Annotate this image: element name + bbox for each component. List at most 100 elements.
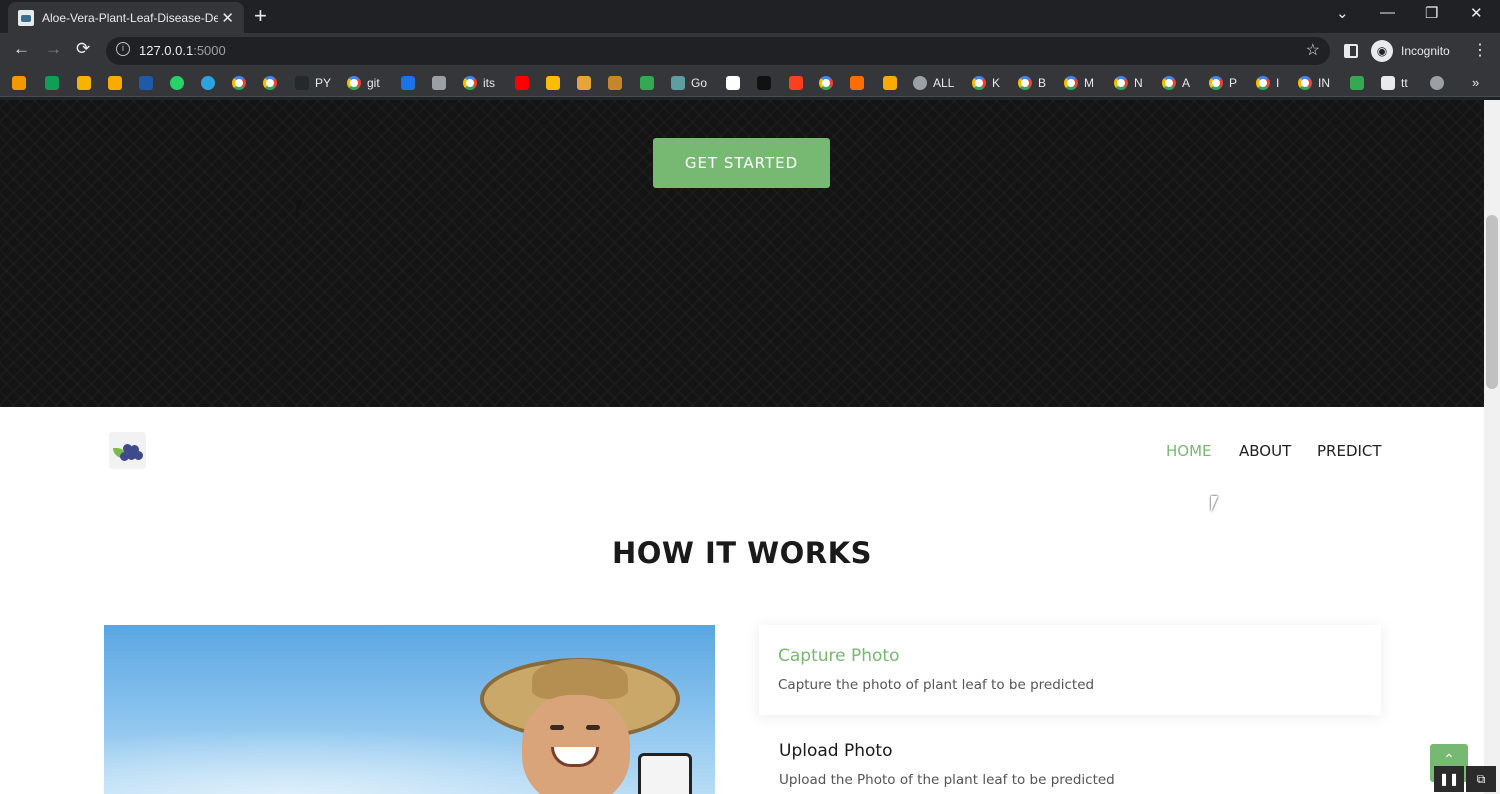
bookmark-item[interactable]: Go xyxy=(671,75,707,91)
bookmark-item[interactable] xyxy=(232,75,246,91)
site-info-icon[interactable]: i xyxy=(116,42,130,56)
bookmark-label: IN xyxy=(1318,76,1330,90)
bookmark-item[interactable] xyxy=(108,75,122,91)
google-icon xyxy=(1162,76,1176,90)
google-icon xyxy=(263,76,277,90)
generic-icon xyxy=(757,76,771,90)
bookmark-item[interactable] xyxy=(1430,75,1444,91)
hero-section: GET STARTED xyxy=(0,100,1484,407)
generic-icon xyxy=(401,76,415,90)
bookmark-item[interactable] xyxy=(819,75,833,91)
bookmark-item[interactable] xyxy=(263,75,277,91)
bookmark-item[interactable] xyxy=(201,75,215,91)
close-window-button[interactable]: ✕ xyxy=(1470,4,1483,22)
bookmark-label: PY xyxy=(315,76,332,90)
bookmark-item[interactable] xyxy=(608,75,622,91)
whatsapp-icon xyxy=(170,76,184,90)
page-scrollbar[interactable] xyxy=(1484,100,1500,794)
bookmark-item[interactable]: N xyxy=(1114,75,1143,91)
bookmark-item[interactable]: its xyxy=(463,75,495,91)
bookmark-item[interactable] xyxy=(515,75,529,91)
telegram-icon xyxy=(201,76,215,90)
nav-home[interactable]: HOME xyxy=(1166,442,1212,460)
generic-icon xyxy=(12,76,26,90)
sheets-icon xyxy=(45,76,59,90)
profile-button[interactable]: ◉ Incognito xyxy=(1371,39,1450,63)
bookmark-item[interactable]: git xyxy=(347,75,380,91)
bookmark-item[interactable] xyxy=(577,75,591,91)
bookmark-item[interactable]: I xyxy=(1256,75,1279,91)
bookmark-item[interactable] xyxy=(1350,75,1364,91)
scrollbar-thumb[interactable] xyxy=(1486,215,1498,389)
google-icon xyxy=(1064,76,1078,90)
bookmarks-overflow-button[interactable]: » xyxy=(1472,75,1479,90)
bookmark-item[interactable]: A xyxy=(1162,75,1190,91)
bookmark-item[interactable]: PY xyxy=(295,75,331,91)
step-title: Upload Photo xyxy=(779,741,893,761)
tab-strip: Aloe-Vera-Plant-Leaf-Disease-De ✕ + ⌄ — … xyxy=(0,0,1500,33)
bookmark-item[interactable] xyxy=(883,75,897,91)
bookmark-label: git xyxy=(367,76,380,90)
reload-button[interactable]: ⟳ xyxy=(76,39,90,59)
tab-title: Aloe-Vera-Plant-Leaf-Disease-De xyxy=(42,10,218,25)
picture-in-picture-button[interactable]: ⧉ xyxy=(1466,766,1496,792)
site-logo[interactable] xyxy=(109,432,146,469)
browser-menu-icon[interactable]: ⋮ xyxy=(1472,40,1488,60)
nav-about[interactable]: ABOUT xyxy=(1239,442,1291,460)
bookmark-item[interactable] xyxy=(726,75,740,91)
bookmark-item[interactable]: P xyxy=(1209,75,1237,91)
minimize-button[interactable]: — xyxy=(1380,4,1395,21)
generic-icon xyxy=(577,76,591,90)
bookmark-item[interactable] xyxy=(640,75,654,91)
bookmark-star-icon[interactable]: ☆ xyxy=(1306,40,1320,60)
incognito-icon: ◉ xyxy=(1371,40,1393,62)
mouse-cursor xyxy=(1211,496,1225,512)
restore-button[interactable]: ❐ xyxy=(1425,4,1438,22)
bookmark-item[interactable] xyxy=(546,75,560,91)
generic-icon xyxy=(77,76,91,90)
ieee-icon xyxy=(139,76,153,90)
bookmark-item[interactable] xyxy=(12,75,26,91)
nav-predict[interactable]: PREDICT xyxy=(1317,442,1382,460)
step-card-capture: Capture Photo Capture the photo of plant… xyxy=(759,625,1381,715)
youtube-icon xyxy=(515,76,529,90)
tab-close-icon[interactable]: ✕ xyxy=(221,9,234,27)
monitor-icon xyxy=(1381,76,1395,90)
side-panel-icon[interactable] xyxy=(1344,44,1358,58)
google-icon xyxy=(1256,76,1270,90)
bookmark-item[interactable] xyxy=(757,75,771,91)
bookmark-item[interactable] xyxy=(789,75,803,91)
forward-button[interactable]: → xyxy=(45,39,62,59)
bookmark-item[interactable]: B xyxy=(1018,75,1046,91)
bookmark-label: K xyxy=(992,76,1001,90)
bookmark-item[interactable]: IN xyxy=(1298,75,1330,91)
bookmark-label: tt xyxy=(1401,76,1408,90)
analytics-icon xyxy=(108,76,122,90)
bookmark-item[interactable] xyxy=(45,75,59,91)
bookmark-item[interactable] xyxy=(170,75,184,91)
bookmark-item[interactable]: tt xyxy=(1381,75,1408,91)
tab-search-icon[interactable]: ⌄ xyxy=(1336,4,1349,22)
mouse-cursor xyxy=(296,200,310,216)
google-icon xyxy=(1114,76,1128,90)
generic-icon xyxy=(640,76,654,90)
new-tab-button[interactable]: + xyxy=(254,4,267,28)
bookmark-item[interactable] xyxy=(432,75,446,91)
bookmark-item[interactable] xyxy=(77,75,91,91)
generic-icon xyxy=(883,76,897,90)
bookmark-item[interactable]: K xyxy=(972,75,1000,91)
back-button[interactable]: ← xyxy=(13,39,30,59)
bookmark-label: ALL xyxy=(933,76,955,90)
bookmark-item[interactable]: M xyxy=(1064,75,1094,91)
google-icon xyxy=(1018,76,1032,90)
bookmark-item[interactable] xyxy=(139,75,153,91)
bookmark-item[interactable] xyxy=(401,75,415,91)
bookmark-item[interactable] xyxy=(850,75,864,91)
get-started-button[interactable]: GET STARTED xyxy=(653,138,830,188)
address-bar[interactable]: i 127.0.0.1:5000 ☆ xyxy=(106,37,1330,65)
bookmark-label: I xyxy=(1276,76,1280,90)
google-icon xyxy=(232,76,246,90)
browser-tab[interactable]: Aloe-Vera-Plant-Leaf-Disease-De ✕ xyxy=(8,2,244,33)
bookmark-item[interactable]: ALL xyxy=(913,75,954,91)
pause-button[interactable]: ❚❚ xyxy=(1434,766,1464,792)
